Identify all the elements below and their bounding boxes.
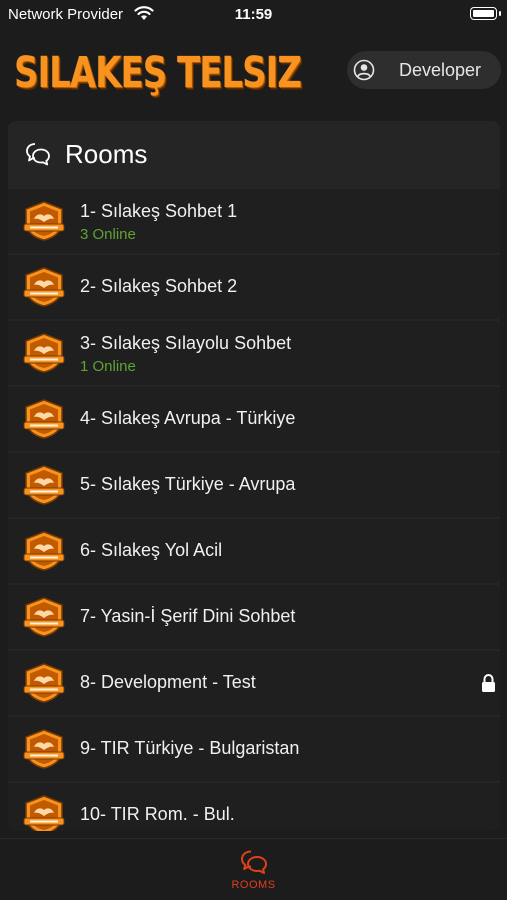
room-name: 2- Sılakeş Sohbet 2 <box>80 276 238 296</box>
room-item[interactable]: 10- TIR Rom. - Bul. <box>8 783 500 831</box>
tab-rooms[interactable]: ROOMS <box>0 849 507 891</box>
room-name: 9- TIR Türkiye - Bulgaristan <box>80 738 300 758</box>
room-badge-icon <box>23 531 65 571</box>
room-name: 3- Sılakeş Sılayolu Sohbet <box>80 333 292 353</box>
room-online-count: 3 Online <box>80 226 136 243</box>
room-name: 5- Sılakeş Türkiye - Avrupa <box>80 474 296 494</box>
room-item[interactable]: 1- Sılakeş Sohbet 1 3 Online <box>8 189 500 253</box>
room-item[interactable]: 2- Sılakeş Sohbet 2 <box>8 255 500 319</box>
user-profile-button[interactable]: Developer <box>347 51 501 89</box>
room-item[interactable]: 8- Development - Test <box>8 651 500 715</box>
app-logo: SILAKEŞ TELSIZ <box>14 48 302 98</box>
room-item[interactable]: 9- TIR Türkiye - Bulgaristan <box>8 717 500 781</box>
clock: 11:59 <box>234 6 273 23</box>
room-badge-icon <box>23 399 65 439</box>
room-list: 1- Sılakeş Sohbet 1 3 Online 2- Sılakeş S… <box>8 189 500 831</box>
room-name: 4- Sılakeş Avrupa - Türkiye <box>80 408 296 428</box>
user-name: Developer <box>399 59 482 80</box>
rooms-title: Rooms <box>65 138 148 169</box>
room-item[interactable]: 6- Sılakeş Yol Acil <box>8 519 500 583</box>
room-name: 6- Sılakeş Yol Acil <box>80 540 223 560</box>
battery-icon <box>470 7 497 20</box>
room-badge-icon <box>23 729 65 769</box>
room-badge-icon <box>23 201 65 241</box>
room-name: 1- Sılakeş Sohbet 1 <box>80 201 238 221</box>
room-badge-icon <box>23 663 65 703</box>
chat-bubbles-icon <box>240 850 267 874</box>
room-name: 7- Yasin-İ Şerif Dini Sohbet <box>80 606 296 626</box>
user-circle-icon <box>353 59 375 81</box>
room-badge-icon <box>23 795 65 831</box>
tab-bar: ROOMS <box>0 838 507 900</box>
chat-bubbles-icon <box>26 143 50 166</box>
lock-icon <box>482 674 495 692</box>
room-name: 8- Development - Test <box>80 672 256 692</box>
room-badge-icon <box>23 333 65 373</box>
room-item[interactable]: 7- Yasin-İ Şerif Dini Sohbet <box>8 585 500 649</box>
room-badge-icon <box>23 597 65 637</box>
room-item[interactable]: 5- Sılakeş Türkiye - Avrupa <box>8 453 500 517</box>
battery-cap <box>499 11 501 16</box>
room-item[interactable]: 4- Sılakeş Avrupa - Türkiye <box>8 387 500 451</box>
app-header: SILAKEŞ TELSIZ Developer <box>0 30 507 116</box>
status-bar: Network Provider 11:59 <box>0 0 507 30</box>
room-badge-icon <box>23 465 65 505</box>
tab-rooms-label: ROOMS <box>231 879 276 891</box>
rooms-panel: Rooms 1- Sılakeş Sohbet 1 3 Online 2- Sıl… <box>8 121 500 831</box>
room-online-count: 1 Online <box>80 358 136 375</box>
room-name: 10- TIR Rom. - Bul. <box>80 804 235 824</box>
rooms-header: Rooms <box>8 121 500 187</box>
room-badge-icon <box>23 267 65 307</box>
room-item[interactable]: 3- Sılakeş Sılayolu Sohbet 1 Online <box>8 321 500 385</box>
